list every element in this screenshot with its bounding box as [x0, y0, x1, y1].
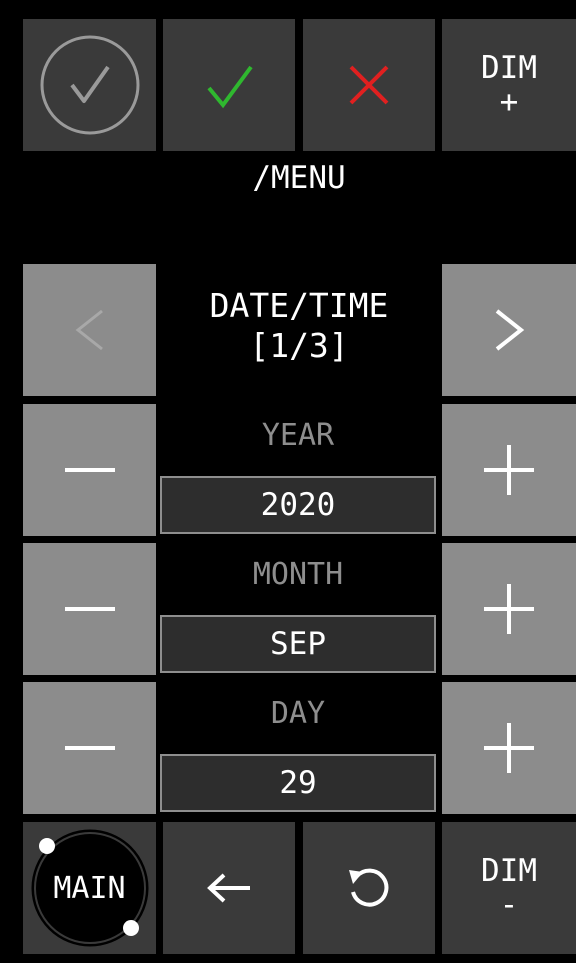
circle-check-button[interactable] [23, 19, 156, 151]
dim-plus-sign: + [499, 84, 519, 120]
refresh-icon [349, 868, 389, 907]
arrow-left-icon [207, 873, 250, 903]
dim-plus-text: DIM + [481, 51, 537, 119]
main-label: MAIN [53, 870, 126, 906]
month-plus-button[interactable] [442, 543, 576, 675]
minus-icon [64, 468, 115, 472]
day-minus-button[interactable] [23, 682, 156, 814]
chevron-right-icon [495, 309, 525, 351]
check-icon [207, 65, 253, 109]
month-minus-button[interactable] [23, 543, 156, 675]
plus-icon [484, 445, 534, 495]
back-button[interactable] [163, 822, 295, 954]
page-header: DATE/TIME [1/3] [163, 286, 435, 366]
year-value: 2020 [160, 476, 436, 534]
next-page-button[interactable] [442, 264, 576, 396]
minus-icon [64, 746, 115, 750]
day-label: DAY [270, 696, 326, 731]
screen: { "top_bar": { "dim_plus_label": "DIM", … [0, 0, 576, 963]
chevron-left-icon [75, 309, 103, 351]
circle-check-icon [40, 35, 139, 135]
dim-minus-text: DIM - [481, 854, 537, 922]
dim-minus-button[interactable]: DIM - [442, 822, 576, 954]
dim-minus-label: DIM [481, 853, 537, 889]
day-value: 29 [160, 754, 436, 812]
year-plus-button[interactable] [442, 404, 576, 536]
page-title: DATE/TIME [209, 286, 389, 325]
month-label: MONTH [252, 557, 344, 592]
cancel-button[interactable] [303, 19, 435, 151]
page-indicator: [1/3] [249, 326, 349, 365]
plus-icon [484, 584, 534, 634]
day-plus-button[interactable] [442, 682, 576, 814]
dim-plus-button[interactable]: DIM + [442, 19, 576, 151]
dim-plus-label: DIM [481, 50, 537, 86]
confirm-button[interactable] [163, 19, 295, 151]
dim-minus-sign: - [499, 887, 519, 923]
prev-page-button[interactable] [23, 264, 156, 396]
plus-icon [484, 723, 534, 773]
cross-icon [349, 65, 389, 105]
minus-icon [64, 607, 115, 611]
month-value: SEP [160, 615, 436, 673]
year-minus-button[interactable] [23, 404, 156, 536]
refresh-button[interactable] [303, 822, 435, 954]
menu-title: /MENU [252, 160, 346, 196]
main-button[interactable]: MAIN [23, 822, 156, 954]
year-label: YEAR [261, 418, 335, 453]
